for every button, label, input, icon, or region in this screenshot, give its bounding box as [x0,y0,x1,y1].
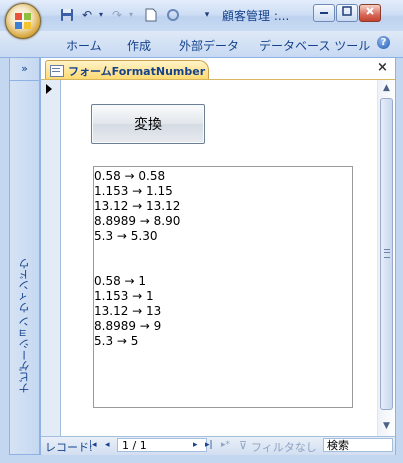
search-input[interactable]: 検索 [323,438,393,452]
tab-external-data[interactable]: 外部データ [179,37,239,54]
scroll-down-icon[interactable]: ▼ [378,418,395,435]
convert-button[interactable]: 変換 [91,104,205,144]
filter-status[interactable]: フィルタなし [251,439,317,455]
nav-pane-label[interactable]: ナビゲーション ウィンドウ [17,258,33,394]
close-button[interactable] [359,4,381,22]
output-textbox[interactable]: 0.58 → 0.58 1.153 → 1.15 13.12 → 13.12 8… [93,166,353,408]
undo-icon[interactable]: ↶ [80,8,94,22]
last-record-button[interactable]: ▸| [205,440,213,450]
output-line: 8.8989 → 9 [94,319,162,333]
record-navigation-bar: レコード: |◂ ◂ 1 / 1 ▸ ▸| ▸* ⊽ フィルタなし 検索 [41,436,395,455]
nav-pane-toggle-button[interactable]: » [10,58,39,81]
record-selector[interactable] [41,80,61,436]
redo-dropdown-icon[interactable]: ▾ [124,8,138,22]
new-document-icon[interactable] [144,8,158,22]
output-line: 13.12 → 13 [94,304,162,318]
customize-qat-icon[interactable]: ▾ [200,8,214,22]
office-logo-icon [15,13,31,29]
first-record-button[interactable]: |◂ [89,440,97,450]
refresh-icon[interactable] [166,8,180,22]
output-line: 8.8989 → 8.90 [94,214,181,228]
tab-create[interactable]: 作成 [127,37,151,54]
close-document-button[interactable]: × [377,60,388,75]
ribbon-tab-bar: ホーム 作成 外部データ データベース ツール ? [0,31,403,58]
window-title: 顧客管理 :... [222,9,290,23]
navigation-pane: » ナビゲーション ウィンドウ [9,57,40,455]
output-line: 1.153 → 1.15 [94,184,173,198]
document-tab-label: フォームFormatNumber [68,65,206,78]
new-record-button[interactable]: ▸* [221,440,230,450]
form-window: フォームFormatNumber × 変換 0.58 → 0.58 1.153 … [40,57,396,455]
office-button[interactable] [5,3,41,39]
maximize-button[interactable] [336,4,358,22]
tab-home[interactable]: ホーム [66,37,102,54]
tab-divider [41,79,395,80]
output-line: 1.153 → 1 [94,289,154,303]
record-label: レコード: [45,441,93,454]
output-line: 0.58 → 1 [94,274,147,288]
redo-icon[interactable]: ↷ [110,8,124,22]
help-icon[interactable]: ? [377,36,390,49]
output-line: 13.12 → 13.12 [94,199,181,213]
tab-database-tools[interactable]: データベース ツール [259,37,370,54]
document-tab[interactable]: フォームFormatNumber [45,60,209,80]
undo-dropdown-icon[interactable]: ▾ [94,8,108,22]
current-record-icon [46,84,52,94]
output-line: 5.3 → 5.30 [94,229,158,243]
save-icon[interactable] [60,8,74,22]
minimize-button[interactable] [313,4,335,22]
scroll-thumb[interactable] [380,98,393,410]
form-icon [50,65,64,77]
prev-record-button[interactable]: ◂ [105,440,110,450]
next-record-button[interactable]: ▸ [193,440,198,450]
grip-icon [384,249,390,258]
filter-icon: ⊽ [239,439,248,452]
vertical-scrollbar[interactable]: ▲ ▼ [377,80,395,436]
output-line: 5.3 → 5 [94,334,139,348]
scroll-up-icon[interactable]: ▲ [378,80,395,97]
output-line: 0.58 → 0.58 [94,169,166,183]
title-bar: ↶ ▾ ↷ ▾ ▾ 顧客管理 :... [0,0,403,32]
